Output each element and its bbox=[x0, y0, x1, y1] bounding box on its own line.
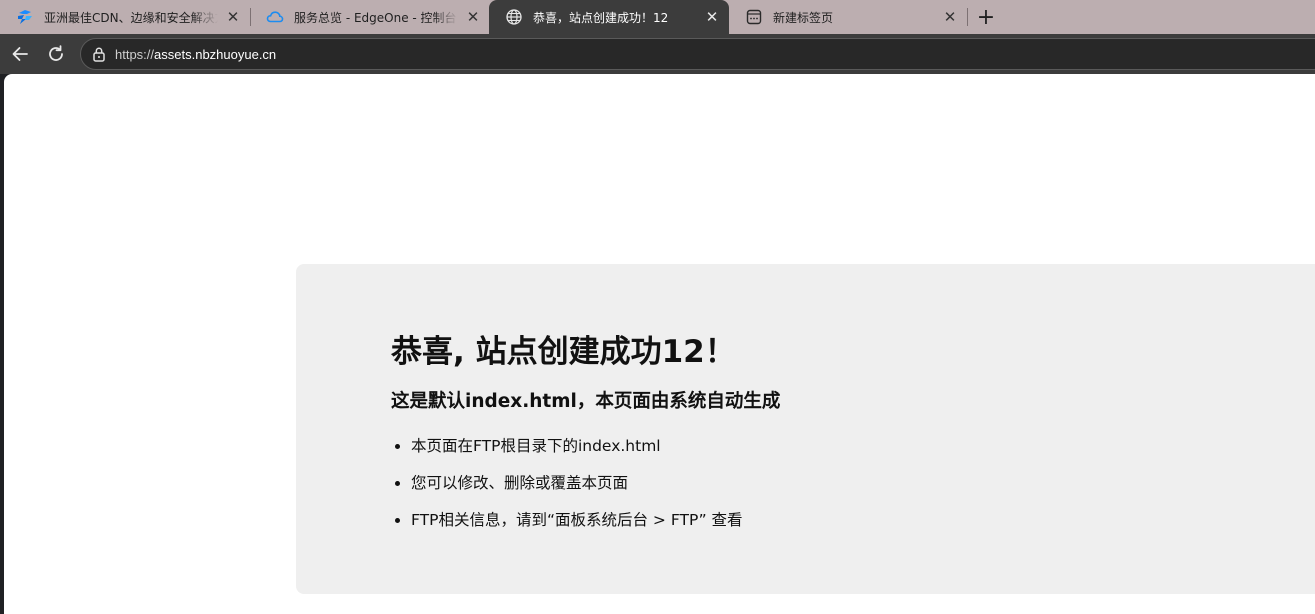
url-text: https://assets.nbzhuoyue.cn bbox=[115, 47, 276, 62]
tab-site-created[interactable]: 恭喜，站点创建成功！12 ✕ bbox=[489, 0, 729, 34]
url-host: assets.nbzhuoyue.cn bbox=[154, 46, 277, 62]
tab-title: 亚洲最佳CDN、边缘和安全解决方案 bbox=[44, 10, 218, 25]
page-viewport: 恭喜, 站点创建成功12！ 这是默认index.html，本页面由系统自动生成 … bbox=[4, 74, 1315, 614]
new-tab-button[interactable]: + bbox=[972, 3, 1000, 31]
tab-new-tab[interactable]: 新建标签页 ✕ bbox=[729, 0, 967, 34]
edgeone-logo-icon bbox=[16, 8, 34, 26]
arrow-left-icon bbox=[12, 47, 28, 61]
back-button[interactable] bbox=[6, 40, 34, 68]
tab-separator bbox=[967, 8, 968, 26]
tab-title: 服务总览 - EdgeOne - 控制台 bbox=[294, 10, 457, 25]
new-tab-page-icon bbox=[745, 8, 763, 26]
url-scheme: https:// bbox=[115, 46, 155, 62]
page-title: 恭喜, 站点创建成功12！ bbox=[391, 334, 736, 370]
browser-toolbar: https://assets.nbzhuoyue.cn bbox=[0, 34, 1315, 74]
close-tab-icon[interactable]: ✕ bbox=[941, 8, 959, 26]
tab-edgeone-console[interactable]: 服务总览 - EdgeOne - 控制台 ✕ bbox=[250, 0, 490, 34]
close-tab-icon[interactable]: ✕ bbox=[224, 8, 242, 26]
info-list: 本页面在FTP根目录下的index.html 您可以修改、删除或覆盖本页面 FT… bbox=[391, 436, 743, 547]
list-item: 本页面在FTP根目录下的index.html bbox=[411, 436, 743, 456]
list-item: FTP相关信息，请到“面板系统后台 > FTP” 查看 bbox=[411, 510, 743, 530]
close-tab-icon[interactable]: ✕ bbox=[703, 8, 721, 26]
address-bar[interactable]: https://assets.nbzhuoyue.cn bbox=[80, 38, 1315, 70]
close-tab-icon[interactable]: ✕ bbox=[464, 8, 482, 26]
tab-title: 恭喜，站点创建成功！12 bbox=[533, 10, 669, 25]
cloud-icon bbox=[266, 8, 284, 26]
page-subtitle: 这是默认index.html，本页面由系统自动生成 bbox=[391, 391, 781, 412]
reload-button[interactable] bbox=[42, 40, 70, 68]
reload-icon bbox=[49, 45, 63, 61]
tab-edgeone-home[interactable]: 亚洲最佳CDN、边缘和安全解决方案 ✕ bbox=[0, 0, 250, 34]
globe-icon bbox=[505, 8, 523, 26]
tab-title: 新建标签页 bbox=[773, 10, 834, 25]
lock-icon[interactable] bbox=[91, 46, 107, 62]
welcome-card: 恭喜, 站点创建成功12！ 这是默认index.html，本页面由系统自动生成 … bbox=[296, 264, 1315, 594]
tab-strip: 亚洲最佳CDN、边缘和安全解决方案 ✕ 服务总览 - EdgeOne - 控制台… bbox=[0, 0, 1315, 34]
list-item: 您可以修改、删除或覆盖本页面 bbox=[411, 473, 743, 493]
